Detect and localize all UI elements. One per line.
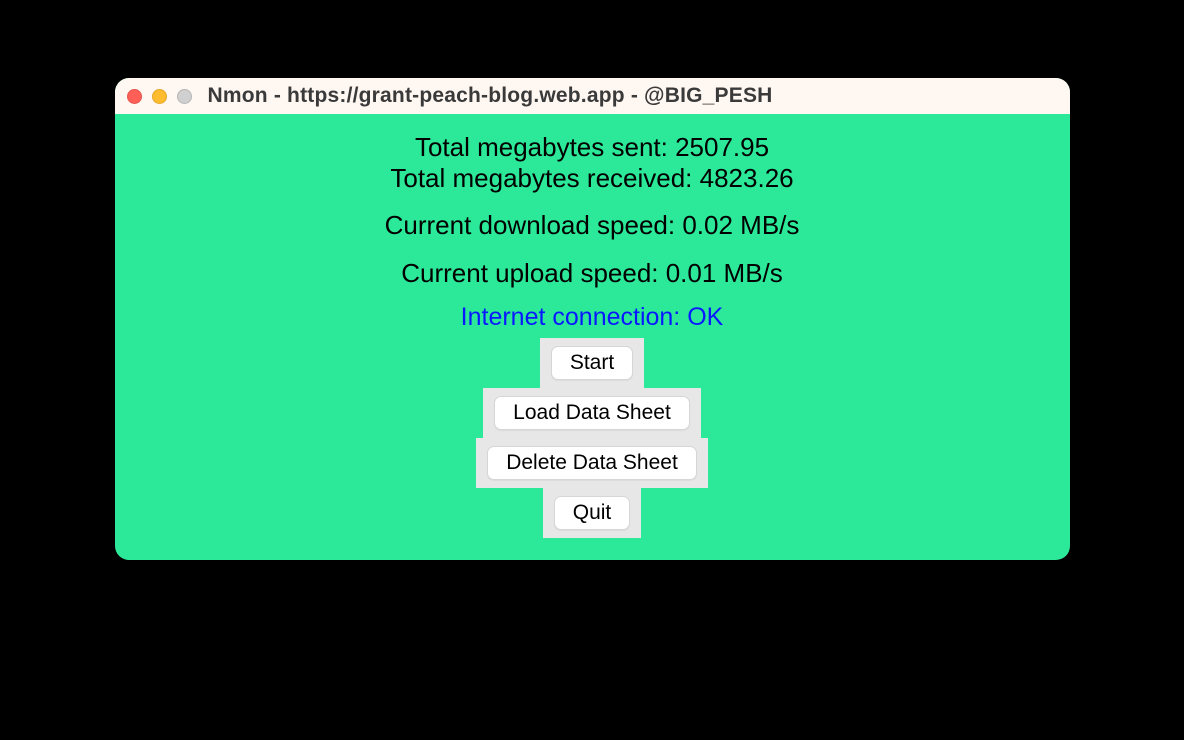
button-container: Start xyxy=(540,338,644,388)
button-group: Start Load Data Sheet Delete Data Sheet … xyxy=(476,338,708,538)
close-icon[interactable] xyxy=(127,89,142,104)
app-window: Nmon - https://grant-peach-blog.web.app … xyxy=(115,78,1070,560)
minimize-icon[interactable] xyxy=(152,89,167,104)
quit-button[interactable]: Quit xyxy=(554,496,631,530)
stat-sent: Total megabytes sent: 2507.95 xyxy=(415,132,769,163)
button-container: Quit xyxy=(543,488,642,538)
load-data-sheet-button[interactable]: Load Data Sheet xyxy=(494,396,690,430)
button-container: Load Data Sheet xyxy=(483,388,701,438)
stat-upload: Current upload speed: 0.01 MB/s xyxy=(401,258,783,289)
maximize-icon xyxy=(177,89,192,104)
content-area: Total megabytes sent: 2507.95 Total mega… xyxy=(115,114,1070,560)
stat-download: Current download speed: 0.02 MB/s xyxy=(385,210,800,241)
window-title: Nmon - https://grant-peach-blog.web.app … xyxy=(208,84,773,108)
connection-status: Internet connection: OK xyxy=(461,303,724,332)
delete-data-sheet-button[interactable]: Delete Data Sheet xyxy=(487,446,697,480)
traffic-lights xyxy=(127,89,192,104)
button-container: Delete Data Sheet xyxy=(476,438,708,488)
start-button[interactable]: Start xyxy=(551,346,633,380)
titlebar: Nmon - https://grant-peach-blog.web.app … xyxy=(115,78,1070,114)
stat-received: Total megabytes received: 4823.26 xyxy=(390,163,793,194)
